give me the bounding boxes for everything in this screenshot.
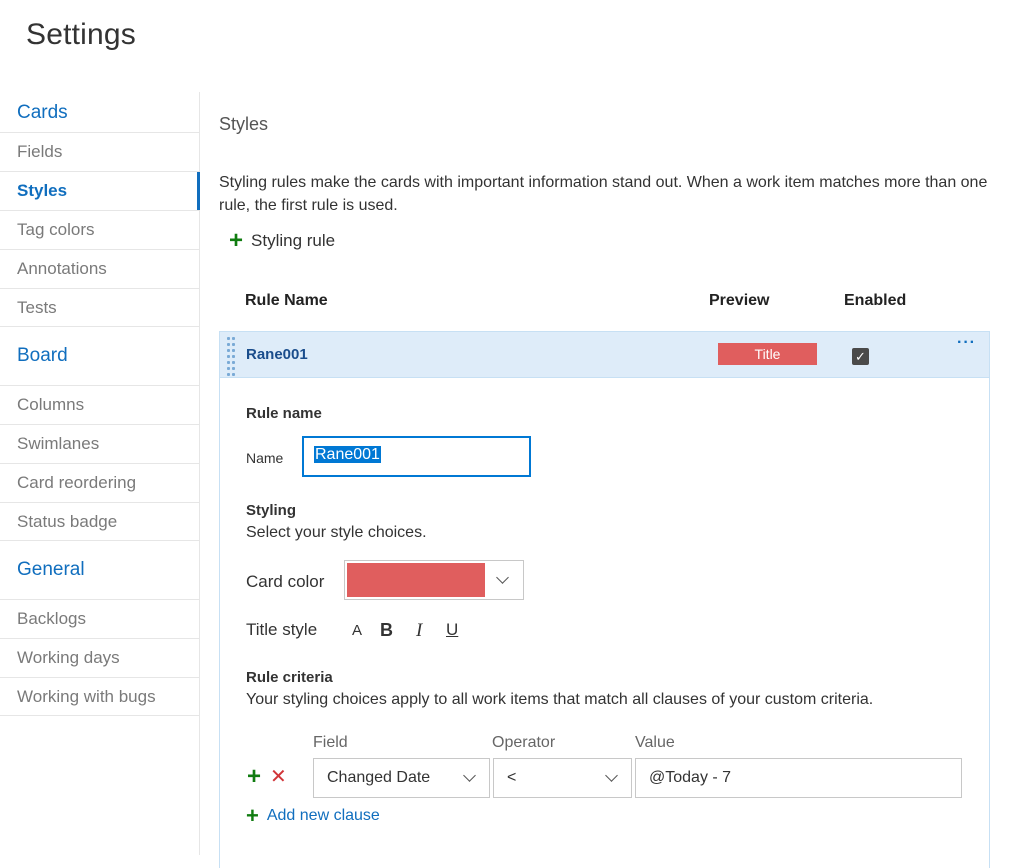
rule-criteria-header: Rule criteria xyxy=(246,669,333,686)
sidebar-item-working-days[interactable]: Working days xyxy=(0,638,199,677)
sidebar-item-tests[interactable]: Tests xyxy=(0,288,199,327)
chevron-down-icon xyxy=(605,769,618,782)
styling-subtext: Select your style choices. xyxy=(246,524,427,541)
title-style-label: Title style xyxy=(246,620,318,639)
delete-clause-icon[interactable]: ✕ xyxy=(270,764,287,789)
sidebar-item-styles[interactable]: Styles xyxy=(0,171,200,210)
title-style-italic-button[interactable]: I xyxy=(416,620,422,642)
styling-header: Styling xyxy=(246,502,297,519)
column-header-rule-name: Rule Name xyxy=(245,292,328,309)
card-color-swatch xyxy=(347,563,485,597)
clause-header-field: Field xyxy=(313,734,348,751)
settings-sidebar: Cards Fields Styles Tag colors Annotatio… xyxy=(0,92,200,855)
rule-name-input[interactable]: Rane001 xyxy=(302,436,531,477)
plus-icon: + xyxy=(229,227,244,254)
chevron-down-icon xyxy=(496,571,509,584)
drag-handle-icon[interactable] xyxy=(227,335,239,376)
sidebar-item-backlogs[interactable]: Backlogs xyxy=(0,599,199,638)
section-title: Styles xyxy=(219,114,269,134)
plus-icon: + xyxy=(246,803,259,828)
card-color-label: Card color xyxy=(246,572,325,591)
clause-value-input[interactable]: @Today - 7 xyxy=(635,758,962,798)
title-style-normal-button[interactable]: A xyxy=(352,622,362,639)
table-row[interactable]: Rane001 Title ✓ ··· xyxy=(219,331,990,378)
sidebar-item-status-badge[interactable]: Status badge xyxy=(0,502,199,541)
rule-name-value: Rane001 xyxy=(314,446,381,463)
sidebar-item-columns[interactable]: Columns xyxy=(0,385,199,424)
clause-value-text: @Today - 7 xyxy=(649,769,732,786)
sidebar-item-working-with-bugs[interactable]: Working with bugs xyxy=(0,677,199,716)
clause-header-value: Value xyxy=(635,734,675,751)
rule-criteria-subtext: Your styling choices apply to all work i… xyxy=(246,691,874,708)
rule-name-cell: Rane001 xyxy=(246,346,308,363)
clause-operator-dropdown[interactable]: < xyxy=(493,758,632,798)
rule-preview: Title xyxy=(718,343,817,365)
name-label: Name xyxy=(246,450,284,466)
column-header-enabled: Enabled xyxy=(844,292,907,309)
more-options-icon[interactable]: ··· xyxy=(957,334,976,352)
clause-operator-value: < xyxy=(507,769,517,786)
sidebar-item-swimlanes[interactable]: Swimlanes xyxy=(0,424,199,463)
title-style-underline-button[interactable]: U xyxy=(446,620,458,640)
sidebar-item-annotations[interactable]: Annotations xyxy=(0,249,199,288)
add-styling-rule-button[interactable]: + Styling rule xyxy=(229,227,336,254)
enabled-checkbox[interactable]: ✓ xyxy=(852,348,869,365)
column-header-preview: Preview xyxy=(709,292,770,309)
title-style-bold-button[interactable]: B xyxy=(380,620,393,641)
sidebar-item-fields[interactable]: Fields xyxy=(0,132,199,171)
page-title: Settings xyxy=(26,18,136,51)
sidebar-group-general: General xyxy=(17,559,85,580)
sidebar-group-board: Board xyxy=(17,345,68,366)
rule-editor: Rule name Name Rane001 Styling Select yo… xyxy=(219,378,990,868)
sidebar-item-tag-colors[interactable]: Tag colors xyxy=(0,210,199,249)
chevron-down-icon xyxy=(463,769,476,782)
clause-field-dropdown[interactable]: Changed Date xyxy=(313,758,490,798)
add-clause-row-icon[interactable]: + xyxy=(247,765,261,789)
add-styling-rule-label: Styling rule xyxy=(251,231,336,250)
rule-name-header: Rule name xyxy=(246,405,322,422)
add-new-clause-label: Add new clause xyxy=(266,807,380,824)
sidebar-item-card-reordering[interactable]: Card reordering xyxy=(0,463,199,502)
sidebar-group-cards: Cards xyxy=(17,102,68,123)
styles-description: Styling rules make the cards with import… xyxy=(219,174,988,214)
clause-field-value: Changed Date xyxy=(327,769,431,786)
card-color-dropdown[interactable] xyxy=(344,560,524,600)
clause-header-operator: Operator xyxy=(492,734,556,751)
add-new-clause-button[interactable]: + Add new clause xyxy=(246,803,380,828)
